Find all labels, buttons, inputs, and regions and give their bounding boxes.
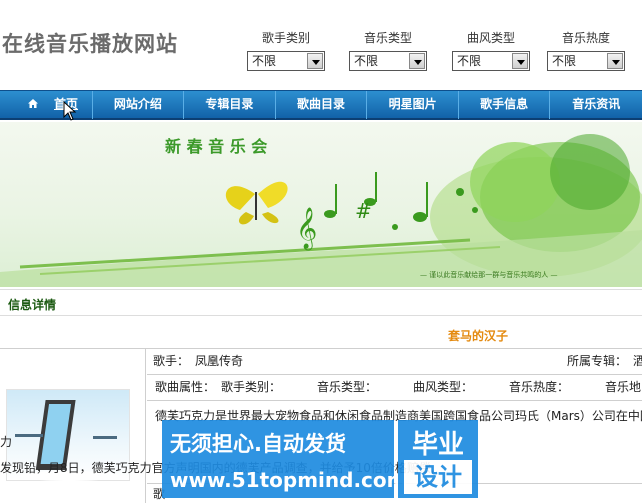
banner-artwork: # 𝄞 新 春 音 乐 会 — 谨以此音乐献给那一群与音乐共鸣的人 — [0, 134, 642, 287]
nav-item-albums[interactable]: 专辑目录 [184, 91, 276, 119]
attr-singer-type: 歌手类别： [221, 380, 282, 394]
filter-music-type: 音乐类型 不限 [349, 30, 427, 71]
nav-item-news[interactable]: 音乐资讯 [550, 91, 642, 119]
select-value: 不限 [457, 54, 482, 68]
mouse-cursor-icon [63, 101, 77, 121]
watermark-url: www.51topmind.com [170, 468, 408, 492]
site-title: 在线音乐播放网站 [2, 31, 178, 56]
filter-heat: 音乐热度 不限 [547, 30, 625, 71]
butterfly-icon [225, 181, 288, 225]
banner-title: 新 春 音 乐 会 [165, 137, 267, 156]
singer-row: 歌手： 凤凰传奇 所属专辑： 酒 [147, 349, 642, 375]
music-type-select[interactable]: 不限 [349, 51, 427, 71]
singer-label: 歌手： [153, 354, 190, 368]
home-icon [28, 99, 38, 108]
heat-select[interactable]: 不限 [547, 51, 625, 71]
nav-item-about[interactable]: 网站介绍 [93, 91, 185, 119]
chevron-down-icon[interactable] [607, 53, 623, 69]
watermark-tag-top: 毕业 [411, 430, 464, 460]
svg-text:𝄞: 𝄞 [296, 207, 317, 250]
section-title: 信息详情 [8, 298, 57, 312]
filter-singer-category: 歌手类别 不限 [247, 30, 325, 71]
nav-item-singers[interactable]: 歌手信息 [459, 91, 551, 119]
nav-item-home[interactable]: 首页 [0, 91, 93, 119]
watermark-tag-bottom: 设计 [404, 460, 472, 494]
attr-music-type: 音乐类型： [317, 380, 378, 394]
album-value[interactable]: 酒 [633, 349, 642, 374]
watermark-tag: 毕业 设计 [398, 420, 478, 498]
filter-style: 曲风类型 不限 [452, 30, 530, 71]
filter-label: 曲风类型 [466, 31, 515, 45]
svg-text:#: # [355, 199, 372, 223]
watermark-slogan: 无须担心.自动发货 [170, 432, 346, 456]
filter-label: 歌手类别 [261, 31, 310, 45]
banner: # 𝄞 新 春 音 乐 会 — 谨以此音乐献给那一群与音乐共鸣的人 — [0, 122, 642, 287]
nav-item-songs[interactable]: 歌曲目录 [276, 91, 368, 119]
album-label: 所属专辑： [567, 354, 628, 368]
watermark-banner: 无须担心.自动发货 www.51topmind.com [162, 420, 407, 498]
banner-caption: — 谨以此音乐献给那一群与音乐共鸣的人 — [420, 270, 557, 279]
info-detail-header: 信息详情 [0, 289, 642, 316]
chevron-down-icon[interactable] [512, 53, 528, 69]
attr-region: 音乐地 [605, 380, 642, 394]
chevron-down-icon[interactable] [409, 53, 425, 69]
select-value: 不限 [354, 54, 379, 68]
attr-heat: 音乐热度： [509, 380, 570, 394]
song-attribute-row: 歌曲属性： 歌手类别： 音乐类型： 曲风类型： 音乐热度： 音乐地 [147, 375, 642, 401]
filter-label: 音乐热度 [561, 31, 610, 45]
nav-item-star-photos[interactable]: 明星图片 [367, 91, 459, 119]
song-title: 套马的汉子 [448, 329, 509, 343]
main-nav: 首页 网站介绍 专辑目录 歌曲目录 明星图片 歌手信息 音乐资讯 [0, 90, 642, 120]
singer-category-select[interactable]: 不限 [247, 51, 325, 71]
chevron-down-icon[interactable] [307, 53, 323, 69]
select-value: 不限 [552, 54, 577, 68]
attr-label: 歌曲属性： [155, 380, 216, 394]
filter-label: 音乐类型 [363, 31, 412, 45]
watermark-overlay: 无须担心.自动发货 www.51topmind.com 毕业 设计 [162, 420, 482, 498]
style-select[interactable]: 不限 [452, 51, 530, 71]
attr-style: 曲风类型： [413, 380, 474, 394]
singer-value[interactable]: 凤凰传奇 [195, 349, 243, 374]
select-value: 不限 [252, 54, 277, 68]
